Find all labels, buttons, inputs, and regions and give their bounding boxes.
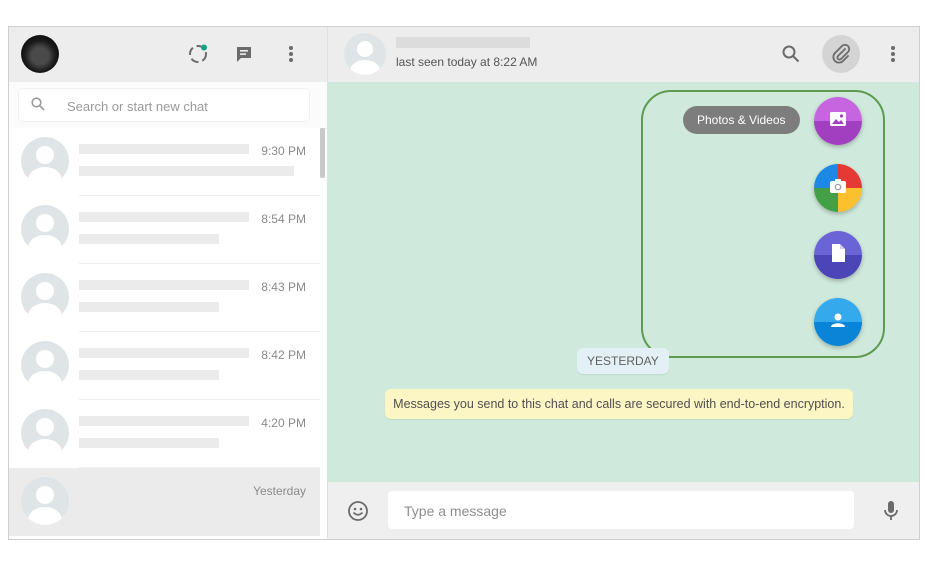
contact-name-redacted	[396, 37, 530, 48]
contact-avatar[interactable]	[344, 33, 386, 75]
search-box	[19, 89, 309, 121]
search-section	[9, 82, 327, 129]
encryption-notice: Messages you send to this chat and calls…	[385, 389, 853, 419]
chat-time: 4:20 PM	[261, 416, 306, 430]
last-seen-status: last seen today at 8:22 AM	[396, 55, 538, 69]
status-icon[interactable]	[186, 42, 210, 66]
contact-avatar	[21, 273, 69, 321]
message-input-box	[388, 491, 854, 529]
chat-list-panel: 9:30 PM 8:54 PM 8:43 PM 8:	[9, 27, 328, 539]
microphone-icon[interactable]	[879, 499, 903, 523]
last-message-redacted	[79, 234, 219, 244]
camera-button[interactable]	[814, 164, 862, 212]
last-message-redacted	[79, 302, 219, 312]
left-header	[9, 27, 327, 82]
search-icon	[31, 97, 45, 116]
chat-list-item[interactable]: 8:42 PM	[9, 332, 320, 400]
message-composer	[327, 482, 919, 539]
contact-name-redacted	[79, 484, 249, 494]
contact-avatar	[21, 137, 69, 185]
chat-list: 9:30 PM 8:54 PM 8:43 PM 8:42 PM 4:20 PM …	[9, 128, 320, 539]
attach-tooltip: Photos & Videos	[683, 106, 800, 134]
contact-avatar	[21, 341, 69, 389]
last-message-redacted	[79, 506, 219, 516]
chat-time: 8:43 PM	[261, 280, 306, 294]
contact-name-redacted	[79, 212, 249, 222]
photos-videos-button[interactable]	[814, 97, 862, 145]
chat-list-item[interactable]: 9:30 PM	[9, 128, 320, 196]
person-icon	[828, 310, 848, 335]
my-avatar[interactable]	[21, 35, 59, 73]
document-icon	[829, 243, 847, 268]
conversation-header: last seen today at 8:22 AM	[327, 27, 919, 82]
chat-list-scrollbar[interactable]	[320, 128, 325, 178]
conversation-area: Photos & Videos YESTERDAY Messages you s…	[327, 82, 919, 482]
menu-icon[interactable]	[881, 42, 905, 66]
chat-list-item-active[interactable]: Yesterday	[9, 468, 320, 536]
last-message-redacted	[79, 370, 219, 380]
chat-time: 8:54 PM	[261, 212, 306, 226]
contact-avatar	[21, 205, 69, 253]
contact-name-redacted	[79, 280, 249, 290]
attach-icon	[829, 42, 853, 66]
emoji-icon[interactable]	[346, 499, 370, 523]
document-button[interactable]	[814, 231, 862, 279]
chat-list-item[interactable]: 4:20 PM	[9, 400, 320, 468]
last-message-redacted	[79, 166, 294, 176]
contact-avatar	[21, 409, 69, 457]
camera-icon	[828, 176, 848, 201]
menu-icon[interactable]	[279, 42, 303, 66]
contact-name-redacted	[79, 416, 249, 426]
contact-name-redacted	[79, 144, 249, 154]
chat-list-item[interactable]: 8:54 PM	[9, 196, 320, 264]
chat-list-item[interactable]: 8:43 PM	[9, 264, 320, 332]
new-chat-icon[interactable]	[232, 42, 256, 66]
chat-time: 9:30 PM	[261, 144, 306, 158]
chat-time: 8:42 PM	[261, 348, 306, 362]
chat-time: Yesterday	[253, 484, 306, 498]
contact-name-redacted	[79, 348, 249, 358]
attach-button[interactable]	[822, 35, 860, 73]
last-message-redacted	[79, 438, 219, 448]
conversation-panel: last seen today at 8:22 AM Photos & Vide…	[327, 27, 919, 539]
date-separator: YESTERDAY	[577, 348, 669, 374]
contact-avatar	[21, 477, 69, 525]
image-icon	[828, 109, 848, 134]
search-input[interactable]	[65, 94, 299, 118]
search-icon[interactable]	[779, 42, 803, 66]
whatsapp-web-window: 9:30 PM 8:54 PM 8:43 PM 8:	[8, 26, 920, 540]
contact-button[interactable]	[814, 298, 862, 346]
message-input[interactable]	[402, 499, 836, 523]
